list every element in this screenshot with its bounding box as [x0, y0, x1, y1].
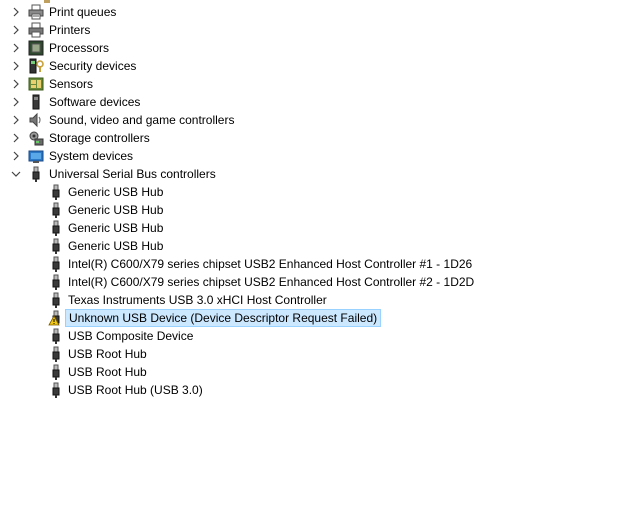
tree-item-label: Storage controllers	[49, 131, 150, 145]
tree-item-sensors[interactable]: Sensors	[0, 75, 630, 93]
print-queue-icon	[28, 4, 44, 20]
usb-device-label: USB Root Hub	[68, 347, 147, 361]
usb-plug-icon	[52, 274, 60, 290]
tree-item-label: Universal Serial Bus controllers	[49, 167, 216, 181]
chevron-right-icon[interactable]	[11, 25, 21, 35]
tree-item-usb-controllers[interactable]: Universal Serial Bus controllers	[0, 165, 630, 183]
chevron-right-icon[interactable]	[11, 79, 21, 89]
usb-device-item[interactable]: Intel(R) C600/X79 series chipset USB2 En…	[0, 255, 630, 273]
usb-plug-icon	[52, 220, 60, 236]
usb-device-label: Texas Instruments USB 3.0 xHCI Host Cont…	[68, 293, 327, 307]
usb-device-item[interactable]: USB Composite Device	[0, 327, 630, 345]
chevron-right-icon[interactable]	[11, 97, 21, 107]
tree-item-security-devices[interactable]: Security devices	[0, 57, 630, 75]
tree-item-software-devices[interactable]: Software devices	[0, 93, 630, 111]
device-tree: Print queues Printers Processors Securit…	[0, 3, 630, 399]
usb-device-label: Generic USB Hub	[68, 203, 164, 217]
usb-plug-icon	[32, 166, 40, 182]
usb-device-item[interactable]: Generic USB Hub	[0, 219, 630, 237]
system-device-icon	[28, 150, 44, 163]
usb-plug-icon	[52, 238, 60, 254]
tree-item-printers[interactable]: Printers	[0, 21, 630, 39]
usb-device-label: USB Root Hub	[68, 365, 147, 379]
software-device-icon	[32, 94, 40, 110]
security-device-icon	[29, 58, 44, 74]
tree-item-label: Sensors	[49, 77, 94, 91]
chevron-right-icon[interactable]	[11, 151, 21, 161]
usb-device-label: Unknown USB Device (Device Descriptor Re…	[65, 309, 382, 327]
usb-device-label: Intel(R) C600/X79 series chipset USB2 En…	[68, 257, 473, 271]
usb-plug-icon	[52, 256, 60, 272]
printer-icon	[28, 22, 44, 38]
tree-item-sound-video-game[interactable]: Sound, video and game controllers	[0, 111, 630, 129]
chevron-down-icon[interactable]	[11, 169, 21, 179]
warning-usb-icon	[48, 310, 60, 326]
usb-device-item[interactable]: USB Root Hub	[0, 363, 630, 381]
chevron-right-icon[interactable]	[11, 7, 21, 17]
tree-item-processors[interactable]: Processors	[0, 39, 630, 57]
usb-device-item[interactable]: Texas Instruments USB 3.0 xHCI Host Cont…	[0, 291, 630, 309]
tree-item-print-queues[interactable]: Print queues	[0, 3, 630, 21]
usb-device-item[interactable]: Generic USB Hub	[0, 183, 630, 201]
sensor-icon	[28, 77, 44, 91]
usb-device-label: Intel(R) C600/X79 series chipset USB2 En…	[68, 275, 475, 289]
usb-device-label: USB Root Hub (USB 3.0)	[68, 383, 203, 397]
storage-controller-icon	[29, 131, 44, 146]
usb-device-item[interactable]: Intel(R) C600/X79 series chipset USB2 En…	[0, 273, 630, 291]
usb-plug-icon	[52, 184, 60, 200]
tree-item-label: Security devices	[49, 59, 137, 73]
usb-device-label: Generic USB Hub	[68, 221, 164, 235]
tree-item-system-devices[interactable]: System devices	[0, 147, 630, 165]
tree-item-label: System devices	[49, 149, 134, 163]
usb-plug-icon	[52, 292, 60, 308]
processor-icon	[28, 40, 44, 56]
usb-device-item-unknown[interactable]: Unknown USB Device (Device Descriptor Re…	[0, 309, 630, 327]
chevron-right-icon[interactable]	[11, 61, 21, 71]
usb-plug-icon	[52, 328, 60, 344]
usb-plug-icon	[52, 382, 60, 398]
tree-item-label: Processors	[49, 41, 110, 55]
usb-device-item[interactable]: Generic USB Hub	[0, 237, 630, 255]
usb-device-item[interactable]: USB Root Hub	[0, 345, 630, 363]
tree-item-storage-controllers[interactable]: Storage controllers	[0, 129, 630, 147]
tree-item-label: Sound, video and game controllers	[49, 113, 235, 127]
usb-device-item[interactable]: Generic USB Hub	[0, 201, 630, 219]
chevron-right-icon[interactable]	[11, 115, 21, 125]
usb-device-label: Generic USB Hub	[68, 239, 164, 253]
tree-item-label: Print queues	[49, 5, 117, 19]
usb-device-label: Generic USB Hub	[68, 185, 164, 199]
usb-plug-icon	[52, 364, 60, 380]
tree-item-label: Printers	[49, 23, 91, 37]
speaker-icon	[29, 112, 41, 128]
usb-device-item[interactable]: USB Root Hub (USB 3.0)	[0, 381, 630, 399]
tree-item-label: Software devices	[49, 95, 141, 109]
chevron-right-icon[interactable]	[11, 133, 21, 143]
usb-device-label: USB Composite Device	[68, 329, 194, 343]
usb-plug-icon	[52, 346, 60, 362]
usb-plug-icon	[52, 202, 60, 218]
chevron-right-icon[interactable]	[11, 43, 21, 53]
